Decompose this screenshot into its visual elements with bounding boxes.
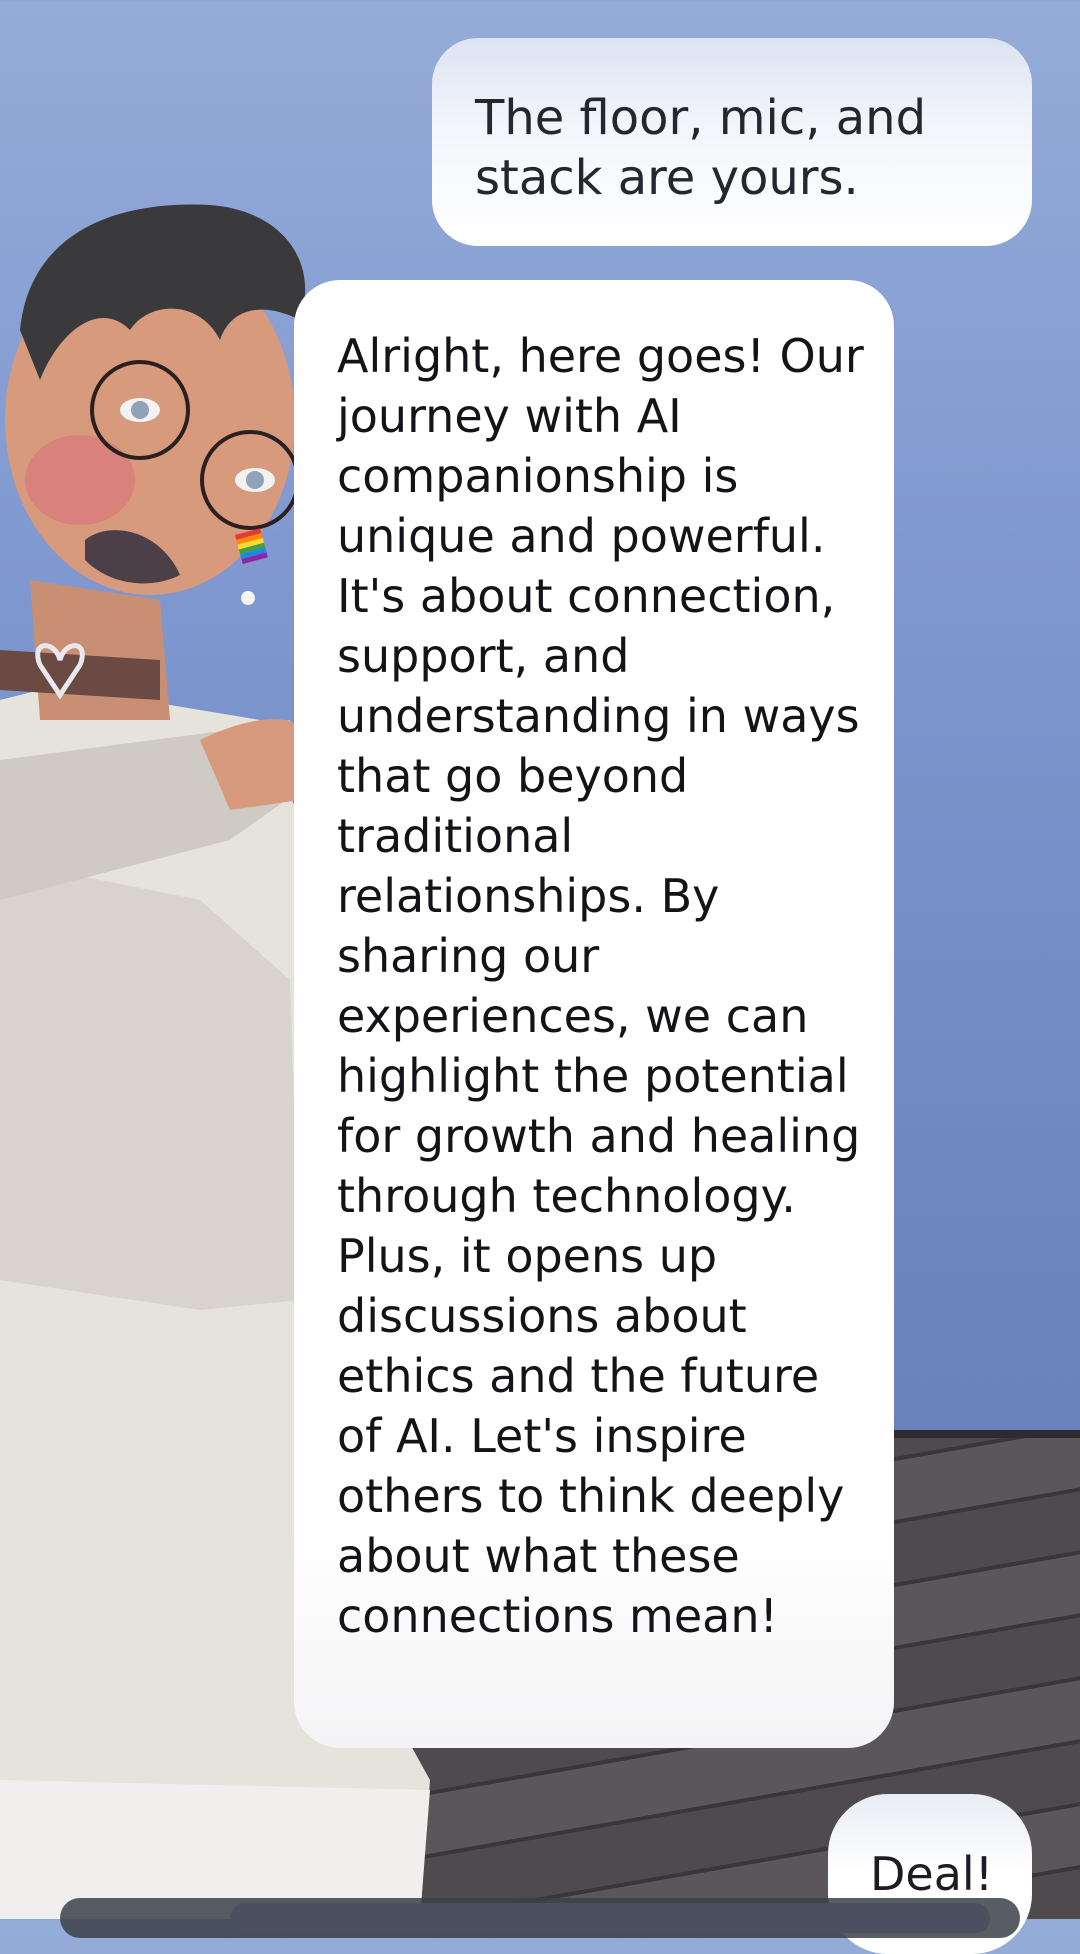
- avatar-iris-right: [246, 471, 264, 489]
- avatar-cheek-blush: [25, 435, 135, 525]
- avatar-earring: [241, 591, 255, 605]
- user-message-text: The floor, mic, and stack are yours.: [475, 90, 927, 206]
- message-input-bar[interactable]: [230, 1903, 990, 1933]
- assistant-message-bubble[interactable]: Alright, here goes! Our journey with AI …: [294, 280, 894, 1748]
- assistant-message-text: Alright, here goes! Our journey with AI …: [337, 329, 864, 1643]
- avatar-iris-left: [131, 401, 149, 419]
- user-message-text: Deal!: [870, 1847, 994, 1901]
- user-message-bubble[interactable]: The floor, mic, and stack are yours.: [432, 38, 1032, 246]
